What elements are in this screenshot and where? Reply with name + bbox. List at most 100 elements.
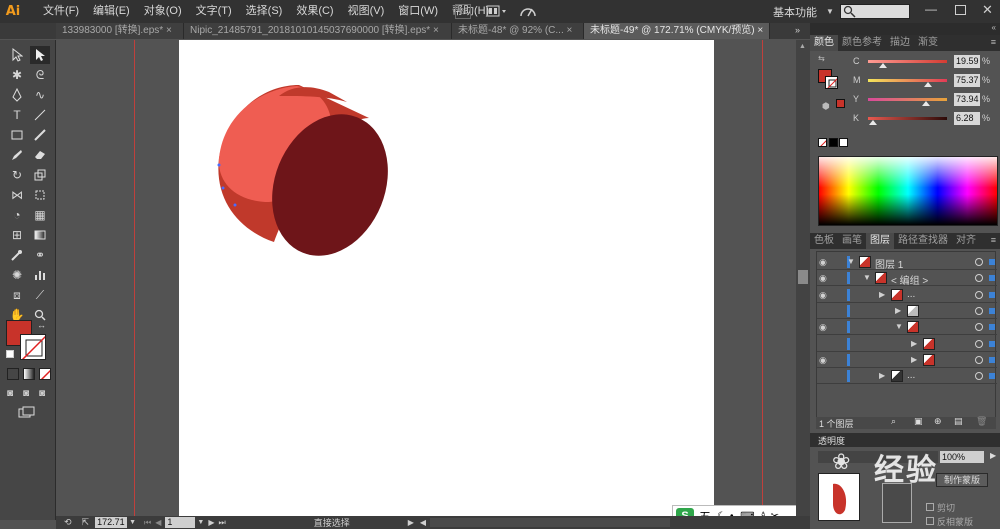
selection-indicator[interactable] xyxy=(989,291,995,298)
selection-indicator[interactable] xyxy=(989,307,995,314)
layer-row[interactable]: ▶ xyxy=(817,303,997,319)
layer-row[interactable]: ◉ ▼ < 编组 > xyxy=(817,270,997,287)
tab-close-icon[interactable]: × xyxy=(166,25,172,36)
channel-slider-thumb[interactable] xyxy=(879,63,888,68)
type-tool-icon[interactable]: T xyxy=(7,106,27,124)
tab-gradient[interactable]: 渐变 xyxy=(914,35,942,51)
target-circle-icon[interactable] xyxy=(975,339,983,348)
symbol-sprayer-tool-icon[interactable]: ✺ xyxy=(7,266,27,284)
menu-select[interactable]: 选择(S) xyxy=(239,0,290,23)
layer-row[interactable]: ◉ ▶ xyxy=(817,352,997,368)
default-colors-icon[interactable] xyxy=(6,350,14,358)
pen-tool-icon[interactable] xyxy=(7,86,27,104)
magic-wand-tool-icon[interactable]: ✱ xyxy=(7,66,27,84)
status-menu-icon[interactable]: ▶ xyxy=(408,518,414,527)
expand-triangle-icon[interactable]: ▶ xyxy=(911,355,917,364)
menu-file[interactable]: 文件(F) xyxy=(36,0,86,23)
artboard[interactable] xyxy=(179,40,714,516)
new-layer-icon[interactable]: ▤ xyxy=(954,416,963,427)
mask-thumbnail[interactable] xyxy=(882,483,912,523)
panel-menu-icon[interactable]: ≡ xyxy=(991,235,996,245)
workspace-switcher[interactable]: 基本功能 xyxy=(773,4,817,20)
layer-row[interactable]: ▶ ... xyxy=(817,368,997,385)
new-sublayer-icon[interactable]: ⊕ xyxy=(934,416,942,427)
slice-tool-icon[interactable]: ⟋ xyxy=(30,286,50,304)
document-tab[interactable]: 未标题-48* @ 92% (C... × xyxy=(452,23,584,39)
color-stroke-swatch[interactable] xyxy=(825,76,838,89)
blend-tool-icon[interactable]: ⚭ xyxy=(30,246,50,264)
tab-stroke[interactable]: 描边 xyxy=(886,35,914,51)
search-input[interactable] xyxy=(840,4,910,19)
menu-type[interactable]: 文字(T) xyxy=(189,0,239,23)
layer-row[interactable]: ▶ xyxy=(817,336,997,352)
prev-artboard-icon[interactable]: ◀ xyxy=(155,518,161,527)
channel-value-input[interactable]: 19.59 xyxy=(954,55,980,68)
channel-value-input[interactable]: 73.94 xyxy=(954,93,980,106)
stroke-swatch[interactable] xyxy=(20,334,46,360)
rotate-tool-icon[interactable]: ↻ xyxy=(7,166,27,184)
tab-brushes[interactable]: 画笔 xyxy=(838,233,866,249)
selection-indicator[interactable] xyxy=(989,324,995,331)
visibility-eye-icon[interactable]: ◉ xyxy=(819,322,831,332)
canvas-horizontal-scrollbar[interactable] xyxy=(430,518,671,527)
draw-inside-icon[interactable]: ◙ xyxy=(39,388,51,400)
target-circle-icon[interactable] xyxy=(975,306,983,315)
document-tab[interactable]: 133983000 [转换].eps* × xyxy=(56,23,184,39)
selection-tool-icon[interactable] xyxy=(7,46,27,64)
paintbrush-tool-icon[interactable] xyxy=(30,126,50,144)
draw-normal-icon[interactable]: ◙ xyxy=(7,388,19,400)
channel-slider-thumb[interactable] xyxy=(922,101,931,106)
none-mode-button[interactable] xyxy=(39,368,51,380)
menu-effect[interactable]: 效果(C) xyxy=(289,0,340,23)
layer-name[interactable]: ... xyxy=(907,370,915,381)
free-transform-tool-icon[interactable] xyxy=(30,186,50,204)
target-circle-icon[interactable] xyxy=(975,274,983,283)
perspective-grid-tool-icon[interactable]: ▦ xyxy=(30,206,50,224)
locate-object-icon[interactable]: ⌕ xyxy=(891,416,896,427)
menu-object[interactable]: 对象(O) xyxy=(137,0,189,23)
target-circle-icon[interactable] xyxy=(975,355,983,364)
next-artboard-icon[interactable]: ▶ xyxy=(208,518,214,527)
channel-slider-thumb[interactable] xyxy=(923,82,932,87)
target-circle-icon[interactable] xyxy=(975,290,983,299)
expand-triangle-icon[interactable]: ▶ xyxy=(879,290,885,299)
tab-close-icon[interactable]: × xyxy=(433,25,439,36)
line-tool-icon[interactable] xyxy=(30,106,50,124)
none-color-swatch[interactable] xyxy=(818,138,827,147)
gradient-tool-icon[interactable] xyxy=(30,226,50,244)
rotate-view-icon[interactable]: ⟲ xyxy=(64,517,72,528)
tab-close-icon[interactable]: × xyxy=(757,25,763,36)
clip-checkbox[interactable] xyxy=(926,503,934,511)
artboard-number-input[interactable]: 1 xyxy=(165,517,196,528)
selection-indicator[interactable] xyxy=(989,275,995,282)
canvas-vertical-scrollbar[interactable]: ▲ xyxy=(796,40,810,516)
arrange-documents-icon[interactable] xyxy=(486,5,508,18)
minimize-icon[interactable]: — xyxy=(925,2,939,20)
artboard-tool-icon[interactable]: ⧈ xyxy=(7,286,27,304)
current-tool-status[interactable]: 直接选择 xyxy=(314,516,350,529)
layer-name[interactable]: 图层 1 xyxy=(875,256,903,271)
close-icon[interactable]: ✕ xyxy=(982,2,993,18)
target-circle-icon[interactable] xyxy=(975,372,983,381)
menu-edit[interactable]: 编辑(E) xyxy=(86,0,137,23)
selection-indicator[interactable] xyxy=(989,340,995,347)
tab-color-guide[interactable]: 颜色参考 xyxy=(838,35,886,51)
visibility-eye-icon[interactable]: ◉ xyxy=(819,355,831,365)
direct-selection-tool-icon[interactable] xyxy=(30,46,50,64)
collapse-dock-icon[interactable]: « xyxy=(992,23,996,32)
channel-slider-thumb[interactable] xyxy=(868,120,877,125)
expand-triangle-icon[interactable]: ▶ xyxy=(895,306,901,315)
color-mode-button[interactable] xyxy=(7,368,19,380)
scale-tool-icon[interactable] xyxy=(30,166,50,184)
export-icon[interactable]: ⇱ xyxy=(82,517,90,528)
layer-row[interactable]: ◉ ▼ xyxy=(817,319,997,336)
visibility-eye-icon[interactable]: ◉ xyxy=(819,290,831,300)
tab-swatches[interactable]: 色板 xyxy=(810,233,838,249)
color-cycle-icon[interactable]: ⇆ xyxy=(818,54,828,63)
swap-fill-stroke-icon[interactable]: ↔ xyxy=(37,320,46,330)
visibility-eye-icon[interactable]: ◉ xyxy=(819,257,831,267)
rectangle-tool-icon[interactable] xyxy=(7,126,27,144)
layer-name[interactable]: < 编组 > xyxy=(891,272,928,287)
expand-triangle-icon[interactable]: ▼ xyxy=(863,273,871,282)
channel-value-input[interactable]: 6.28 xyxy=(954,112,980,125)
